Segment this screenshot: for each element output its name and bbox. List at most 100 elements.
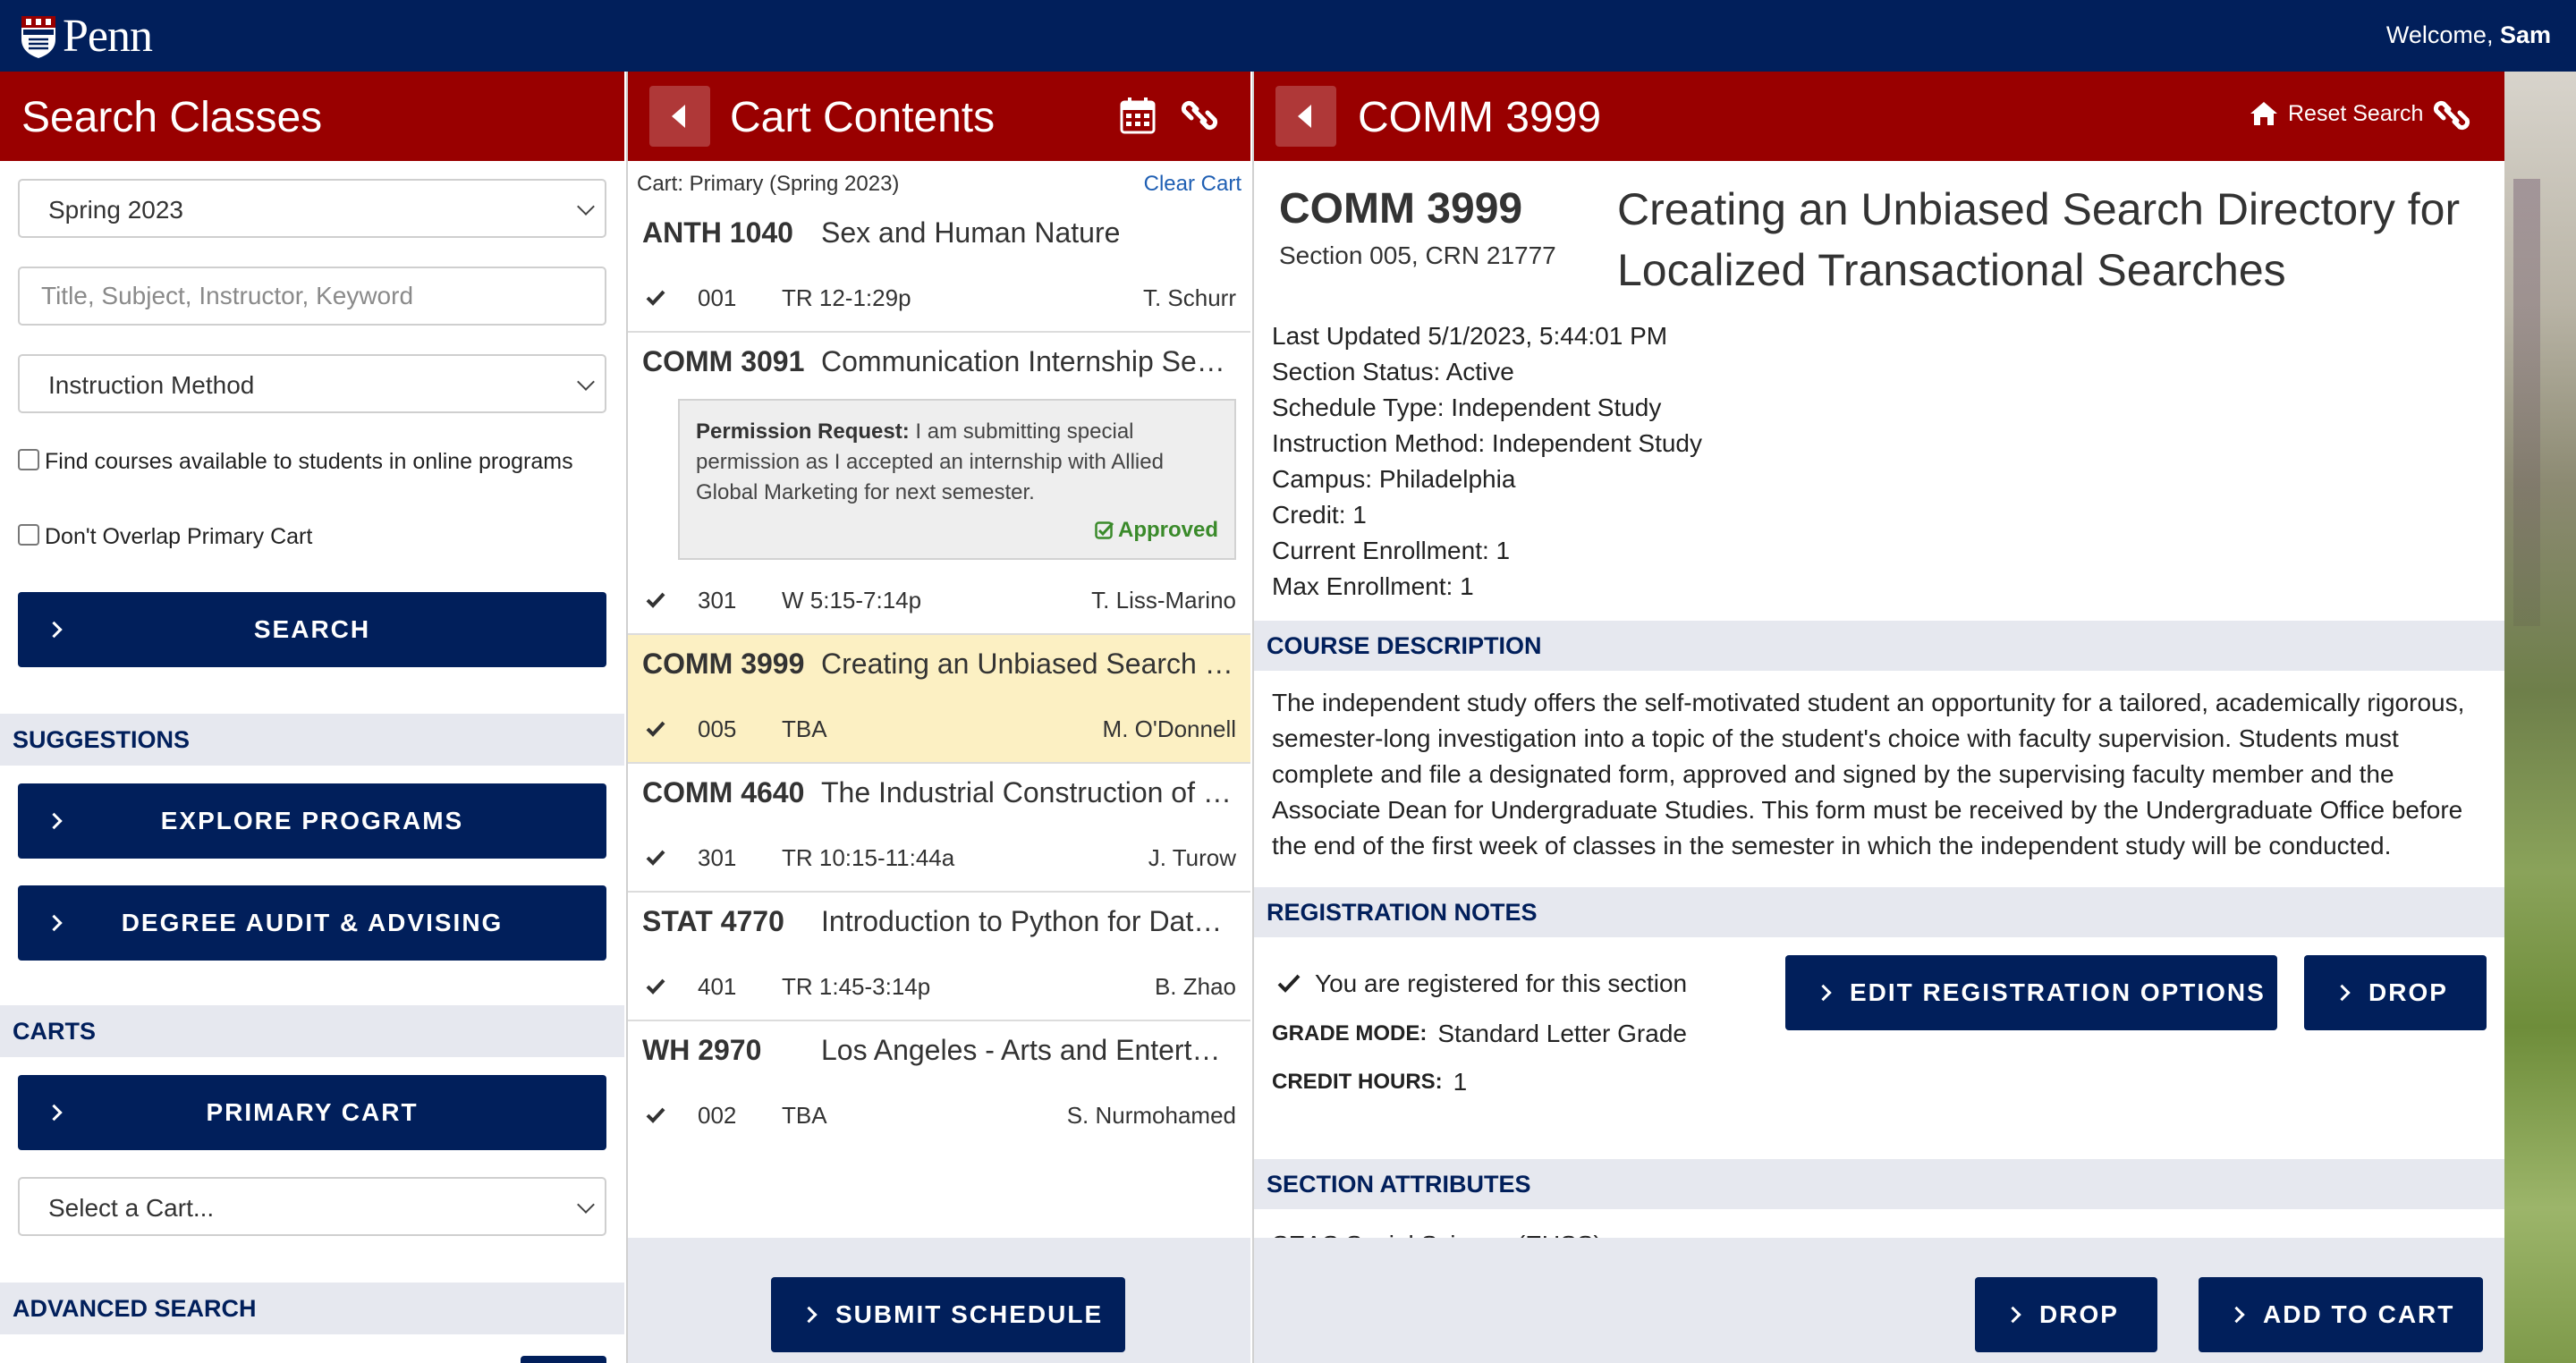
- course-title: Communication Internship Seminar: [821, 345, 1236, 377]
- reset-search-button[interactable]: Reset Search: [2249, 100, 2423, 127]
- section-row[interactable]: 301 TR 10:15-11:44a J. Turow: [628, 825, 1250, 891]
- online-programs-checkbox-row[interactable]: Find courses available to students in on…: [18, 448, 573, 475]
- logo-text: Penn: [63, 11, 153, 62]
- no-overlap-checkbox-row[interactable]: Don't Overlap Primary Cart: [18, 523, 313, 550]
- cart-back-button[interactable]: [649, 86, 710, 147]
- registration-notes-heading: REGISTRATION NOTES: [1254, 887, 2504, 937]
- edit-registration-options-button[interactable]: EDIT REGISTRATION OPTIONS: [1785, 955, 2277, 1030]
- registered-text: You are registered for this section: [1315, 969, 1688, 997]
- campus: Campus: Philadelphia: [1272, 465, 1516, 493]
- section-time: TBA: [782, 1101, 827, 1129]
- cart-item[interactable]: COMM 3091 Communication Internship Semin…: [628, 333, 1250, 635]
- check-icon: [1277, 974, 1301, 993]
- calendar-icon[interactable]: [1120, 97, 1156, 134]
- penn-shield-icon: [21, 16, 55, 58]
- approved-label: Approved: [1117, 518, 1218, 542]
- penn-logo[interactable]: Penn: [20, 11, 153, 62]
- section-time: TR 12-1:29p: [782, 284, 911, 311]
- no-overlap-checkbox[interactable]: [18, 523, 39, 546]
- detail-panel-title: COMM 3999: [1358, 94, 1602, 141]
- detail-back-button[interactable]: [1275, 86, 1336, 147]
- search-panel-header: Search Classes: [0, 72, 624, 161]
- clear-cart-link[interactable]: Clear Cart: [1144, 172, 1241, 197]
- chevron-down-icon: [577, 198, 595, 216]
- section-row[interactable]: 002 TBA S. Nurmohamed: [628, 1082, 1250, 1148]
- advanced-search-button[interactable]: [521, 1356, 606, 1363]
- permission-request-box: Permission Request: I am submitting spec…: [678, 399, 1236, 560]
- credit-hours-value: 1: [1453, 1068, 1468, 1096]
- online-programs-checkbox[interactable]: [18, 448, 39, 470]
- term-select[interactable]: Spring 2023: [18, 179, 606, 238]
- edit-registration-label: EDIT REGISTRATION OPTIONS: [1850, 978, 2266, 1006]
- check-icon: [646, 973, 665, 1001]
- section-row[interactable]: 005 TBA M. O'Donnell: [628, 696, 1250, 762]
- advanced-search-heading: ADVANCED SEARCH: [0, 1283, 624, 1334]
- instruction-method: Instruction Method: Independent Study: [1272, 429, 1702, 457]
- cart-list: ANTH 1040 Sex and Human Nature 001 TR 12…: [628, 204, 1250, 1148]
- course-title: Creating an Unbiased Search Directory: [821, 648, 1236, 680]
- course-code-heading: COMM 3999: [1279, 185, 1523, 233]
- section-number: 002: [698, 1101, 737, 1129]
- section-number: 001: [698, 284, 737, 311]
- cart-item[interactable]: WH 2970 Los Angeles - Arts and Entertain…: [628, 1021, 1250, 1148]
- section-number: 301: [698, 586, 737, 614]
- instructor: S. Nurmohamed: [1066, 1101, 1236, 1129]
- section-row[interactable]: 001 TR 12-1:29p T. Schurr: [628, 265, 1250, 331]
- instructor: T. Schurr: [1142, 284, 1236, 311]
- cart-panel-header: Cart Contents: [628, 72, 1250, 161]
- chevron-right-icon: [2334, 984, 2351, 1002]
- cart-item[interactable]: COMM 4640 The Industrial Construction of…: [628, 764, 1250, 893]
- section-status: Section Status: Active: [1272, 358, 1514, 385]
- cart-footer: SUBMIT SCHEDULE: [628, 1238, 1250, 1363]
- cart-item[interactable]: ANTH 1040 Sex and Human Nature 001 TR 12…: [628, 204, 1250, 333]
- cart-select-value: Select a Cart...: [48, 1194, 215, 1222]
- degree-audit-button[interactable]: DEGREE AUDIT & ADVISING: [18, 885, 606, 961]
- no-overlap-label: Don't Overlap Primary Cart: [45, 524, 313, 549]
- instructor: B. Zhao: [1154, 972, 1236, 1000]
- section-row[interactable]: 301 W 5:15-7:14p T. Liss-Marino: [628, 567, 1250, 633]
- user-name[interactable]: Sam: [2500, 21, 2551, 48]
- chevron-right-icon: [46, 1104, 63, 1122]
- course-code: WH 2970: [642, 1034, 762, 1066]
- grade-mode-label: GRADE MODE:: [1272, 1021, 1428, 1046]
- search-button[interactable]: SEARCH: [18, 592, 606, 667]
- course-code: ANTH 1040: [642, 216, 793, 249]
- course-code: STAT 4770: [642, 905, 784, 937]
- caret-left-icon: [671, 105, 685, 128]
- explore-programs-button[interactable]: EXPLORE PROGRAMS: [18, 783, 606, 859]
- link-icon[interactable]: [2433, 97, 2470, 134]
- drop-registration-button[interactable]: DROP: [2304, 955, 2487, 1030]
- add-to-cart-button[interactable]: ADD TO CART: [2199, 1277, 2483, 1352]
- drop-button[interactable]: DROP: [1975, 1277, 2157, 1352]
- instructor: M. O'Donnell: [1102, 715, 1236, 742]
- section-number: 401: [698, 972, 737, 1000]
- section-info-list: Last Updated 5/1/2023, 5:44:01 PM Sectio…: [1272, 318, 1702, 605]
- course-code: COMM 3091: [642, 345, 805, 377]
- detail-footer: DROP ADD TO CART: [1254, 1238, 2504, 1363]
- section-number: 301: [698, 843, 737, 871]
- keyword-search-input[interactable]: [18, 267, 606, 326]
- instructor: T. Liss-Marino: [1091, 586, 1236, 614]
- course-title: Sex and Human Nature: [821, 216, 1121, 249]
- cart-select[interactable]: Select a Cart...: [18, 1177, 606, 1236]
- section-time: TR 1:45-3:14p: [782, 972, 931, 1000]
- chevron-right-icon: [801, 1306, 818, 1324]
- reset-search-label: Reset Search: [2288, 100, 2424, 126]
- cart-item[interactable]: STAT 4770 Introduction to Python for Dat…: [628, 893, 1250, 1021]
- suggestions-heading: SUGGESTIONS: [0, 714, 624, 766]
- degree-audit-label: DEGREE AUDIT & ADVISING: [121, 909, 504, 936]
- cart-item-selected[interactable]: COMM 3999 Creating an Unbiased Search Di…: [628, 635, 1250, 764]
- submit-schedule-button[interactable]: SUBMIT SCHEDULE: [771, 1277, 1125, 1352]
- cart-panel-title: Cart Contents: [730, 94, 996, 141]
- chevron-right-icon: [2004, 1306, 2021, 1324]
- instruction-method-select[interactable]: Instruction Method: [18, 354, 606, 413]
- primary-cart-button[interactable]: PRIMARY CART: [18, 1075, 606, 1150]
- instructor: J. Turow: [1148, 843, 1236, 871]
- top-bar: Penn Welcome, Sam: [0, 0, 2576, 72]
- section-row[interactable]: 401 TR 1:45-3:14p B. Zhao: [628, 953, 1250, 1020]
- credit: Credit: 1: [1272, 501, 1367, 529]
- link-icon[interactable]: [1181, 97, 1218, 134]
- check-icon: [646, 587, 665, 614]
- credit-hours-row: CREDIT HOURS: 1: [1272, 1068, 1467, 1096]
- welcome-prefix: Welcome,: [2385, 21, 2500, 48]
